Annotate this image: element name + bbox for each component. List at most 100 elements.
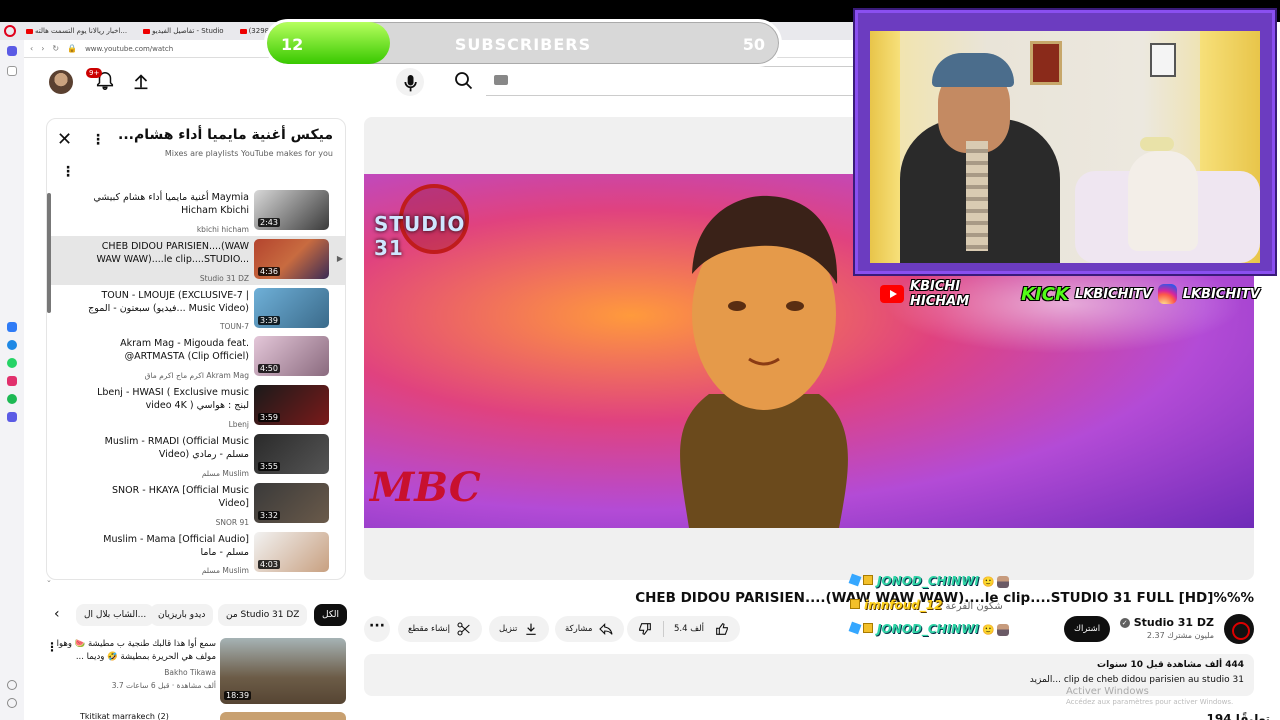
playlist-item-channel: SNOR 91 bbox=[215, 517, 249, 527]
chat-badge-icon bbox=[848, 621, 862, 635]
back-icon[interactable]: ‹ bbox=[30, 44, 33, 53]
chip[interactable]: ديدو باريزيان bbox=[150, 604, 214, 626]
more-options-icon[interactable]: ⋮ bbox=[91, 131, 105, 149]
mix-playlist-panel: ميكس أغنية مايميا أداء هشام... Mixes are… bbox=[46, 118, 346, 580]
channel-subscriber-count: 2.37 مليون مشترك bbox=[1146, 631, 1214, 640]
channel-name[interactable]: ✓ Studio 31 DZ bbox=[1119, 616, 1214, 629]
clip-label: إنشاء مقطع bbox=[408, 624, 450, 634]
playlist-item-title: CHEB DIDOU PARISIEN....(WAW WAW WAW)....… bbox=[96, 240, 249, 265]
playlist-item-title: Muslim - RMADI (Official Music Video) مس… bbox=[104, 435, 249, 460]
recommended-title[interactable]: سمع أوا هذا قالبك طنجية ب مطيشة 🍉 وهوا م… bbox=[56, 638, 216, 664]
search-button[interactable] bbox=[444, 66, 484, 96]
clip-button[interactable]: إنشاء مقطع bbox=[398, 616, 482, 642]
playlist-subtitle: Mixes are playlists YouTube makes for yo… bbox=[164, 149, 333, 158]
description-text[interactable]: clip de cheb didou parisien au studio 31… bbox=[1030, 675, 1244, 685]
video-thumbnail[interactable]: 4:36 bbox=[254, 238, 329, 279]
windows-activation-note: Accédez aux paramètres pour activer Wind… bbox=[1066, 698, 1234, 706]
appstore-icon[interactable] bbox=[7, 322, 17, 332]
thumbs-down-icon[interactable] bbox=[637, 621, 653, 637]
like-count[interactable]: 5.4 ألف bbox=[674, 624, 704, 634]
download-button[interactable]: تنزيل bbox=[489, 616, 550, 642]
chat-badge-icon bbox=[863, 623, 873, 633]
hat bbox=[1140, 137, 1174, 151]
chip[interactable]: الشاب بلال ال... bbox=[76, 604, 155, 626]
divider bbox=[663, 621, 664, 637]
related-chips: ‹ الشاب بلال ال... ديدو باريزيان من Stud… bbox=[46, 602, 348, 628]
video-thumbnail[interactable]: 2:43 bbox=[254, 190, 329, 230]
playlist-item-title: Muslim - Mama [Official Audio] مسلم - ما… bbox=[103, 533, 249, 558]
video-thumbnail[interactable]: 3:39 bbox=[254, 287, 329, 328]
video-thumbnail[interactable]: 18:39 bbox=[220, 638, 346, 704]
forward-icon[interactable]: › bbox=[41, 44, 44, 53]
singer-figure bbox=[680, 195, 848, 528]
duration-badge: 3:59 bbox=[258, 413, 280, 423]
browser-tab[interactable]: تفاصيل الفيديو - Studio bbox=[137, 22, 229, 40]
messenger-icon[interactable] bbox=[7, 340, 17, 350]
playlist-title[interactable]: ميكس أغنية مايميا أداء هشام... bbox=[118, 127, 333, 143]
playlist-item-current[interactable]: CHEB DIDOU PARISIEN....(WAW WAW WAW)....… bbox=[51, 235, 345, 285]
playlist-items: أغنية مايميا أداء هشام كبيشي Maymia Hich… bbox=[51, 187, 345, 578]
browser-tab[interactable]: اخبار ريالانا يوم التسمت هالته... bbox=[20, 22, 133, 40]
chat-message-text: 🙂 bbox=[981, 577, 995, 588]
spotify-icon[interactable] bbox=[7, 394, 17, 404]
playlist-item-title: Akram Mag - Migouda feat. @ARTMASTA (Cli… bbox=[120, 338, 249, 363]
subscribe-button[interactable]: اشتراك bbox=[1064, 616, 1111, 642]
settings-icon[interactable] bbox=[7, 698, 17, 708]
video-thumbnail[interactable]: 3:55 bbox=[254, 433, 329, 474]
home-icon[interactable] bbox=[7, 66, 17, 76]
instagram-logo-icon bbox=[1158, 284, 1177, 304]
instagram-icon[interactable] bbox=[7, 376, 17, 386]
thumbs-up-icon[interactable] bbox=[714, 621, 730, 637]
opera-logo-icon[interactable] bbox=[4, 25, 16, 37]
chat-avatar-icon bbox=[997, 623, 1010, 636]
recommended-channel[interactable]: Bakho Tikawa bbox=[164, 668, 216, 677]
opera-sidebar bbox=[0, 40, 24, 720]
keyboard-icon[interactable] bbox=[494, 75, 508, 85]
close-icon[interactable]: ✕ bbox=[57, 131, 72, 149]
next-recommended-title[interactable]: Tkitikat marrakech (2) bbox=[80, 712, 169, 720]
chat-message: imnfoud_12 شكون الفرعة bbox=[850, 598, 1006, 612]
video-thumbnail[interactable]: 3:59 bbox=[254, 385, 329, 426]
scarf bbox=[966, 141, 988, 251]
whatsapp-icon[interactable] bbox=[7, 358, 17, 368]
duration-badge: 3:55 bbox=[258, 461, 280, 471]
player-icon[interactable] bbox=[7, 412, 17, 422]
video-thumbnail[interactable]: 4:03 bbox=[254, 531, 329, 572]
more-actions-button[interactable]: ··· bbox=[364, 616, 390, 642]
video-thumbnail[interactable]: 4:50 bbox=[254, 336, 329, 377]
like-dislike-group: 5.4 ألف bbox=[627, 616, 740, 642]
playlist-menu-icon[interactable]: ⋮ bbox=[61, 163, 75, 181]
share-button[interactable]: مشاركة bbox=[555, 616, 625, 642]
view-count-date: 444 ألف مشاهدة قبل 10 سنوات bbox=[1097, 660, 1244, 670]
voice-search-button[interactable] bbox=[396, 68, 424, 96]
chip[interactable]: من Studio 31 DZ bbox=[218, 604, 308, 626]
video-thumbnail[interactable]: 3:32 bbox=[254, 482, 329, 523]
channel-avatar[interactable] bbox=[1224, 614, 1254, 644]
workspace-icon[interactable] bbox=[7, 46, 17, 56]
webcam-overlay bbox=[855, 10, 1275, 274]
recommended-video[interactable]: ⋮ سمع أوا هذا قالبك طنجية ب مطيشة 🍉 وهوا… bbox=[46, 638, 346, 708]
playlist-item[interactable]: Muslim - Mama [Official Audio] مسلم - ما… bbox=[51, 529, 345, 578]
curtain bbox=[870, 31, 900, 263]
chip-active[interactable]: الكل bbox=[314, 604, 348, 626]
playlist-item-title: SNOR - HKAYA [Official Music Video] bbox=[112, 484, 249, 509]
subscriber-goal-bar: 12 SUBSCRIBERS 50 bbox=[264, 19, 782, 67]
reload-icon[interactable]: ↻ bbox=[52, 44, 59, 53]
playlist-item[interactable]: أغنية مايميا أداء هشام كبيشي Maymia Hich… bbox=[51, 187, 345, 236]
scroll-down-icon[interactable]: ⌄ bbox=[46, 576, 52, 584]
chevron-left-icon[interactable]: ‹ bbox=[54, 606, 60, 622]
youtube-handle: KBICHI HICHAM bbox=[910, 279, 970, 309]
playlist-item[interactable]: Lbenj - HWASI ( Exclusive music video 4K… bbox=[51, 382, 345, 431]
playlist-item[interactable]: Akram Mag - Migouda feat. @ARTMASTA (Cli… bbox=[51, 333, 345, 382]
url-text[interactable]: www.youtube.com/watch bbox=[85, 45, 173, 53]
account-avatar[interactable] bbox=[49, 70, 73, 94]
playlist-item[interactable]: TOUN - LMOUJE (EXCLUSIVE-7 | سبعتون - ال… bbox=[51, 285, 345, 334]
video-thumbnail[interactable] bbox=[220, 712, 346, 720]
playlist-item[interactable]: Muslim - RMADI (Official Music Video) مس… bbox=[51, 431, 345, 480]
comments-count: 194 تعليقًا bbox=[1206, 712, 1270, 720]
playlist-item[interactable]: SNOR - HKAYA [Official Music Video] SNOR… bbox=[51, 480, 345, 529]
history-icon[interactable] bbox=[7, 680, 17, 690]
create-upload-icon[interactable] bbox=[130, 70, 152, 92]
download-icon bbox=[526, 623, 537, 635]
search-input[interactable] bbox=[486, 66, 866, 96]
